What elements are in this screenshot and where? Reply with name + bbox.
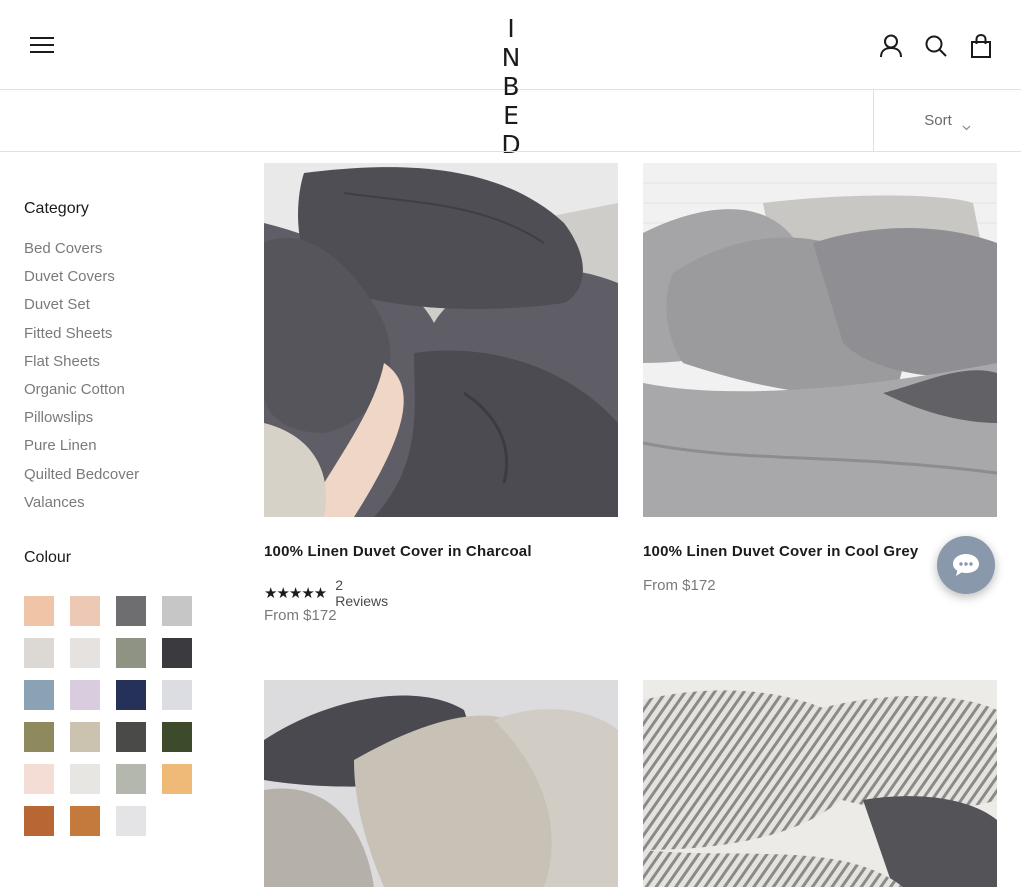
colour-swatch[interactable] [24,638,54,668]
colour-swatch[interactable] [162,764,192,794]
colour-swatch[interactable] [70,806,100,836]
account-icon[interactable] [878,33,904,59]
colour-swatch[interactable] [70,722,100,752]
category-filter-title: Category [24,200,89,217]
sort-button[interactable]: Sort [873,90,1021,151]
category-item-bed-covers[interactable]: Bed Covers [24,240,139,268]
product-title[interactable]: 100% Linen Duvet Cover in Cool Grey [643,543,918,560]
product-image-charcoal[interactable] [264,163,618,517]
colour-swatch[interactable] [116,806,146,836]
colour-swatch[interactable] [162,680,192,710]
colour-swatch[interactable] [24,680,54,710]
sort-label: Sort [924,112,952,129]
rating-stars-icon: ★★★★★ [264,584,327,602]
category-item-duvet-set[interactable]: Duvet Set [24,296,139,324]
product-price: From $172 [643,577,716,594]
colour-swatch[interactable] [70,680,100,710]
chevron-down-icon [962,118,971,130]
colour-swatch[interactable] [70,596,100,626]
colour-swatch[interactable] [116,638,146,668]
colour-swatch[interactable] [116,764,146,794]
colour-swatch[interactable] [24,806,54,836]
logo-line-1: I N [501,14,538,72]
toolbar: Sort [0,90,1021,152]
hamburger-menu-icon[interactable] [30,37,54,55]
product-title[interactable]: 100% Linen Duvet Cover in Charcoal [264,543,532,560]
product-image-4[interactable] [643,680,997,887]
category-item-duvet-covers[interactable]: Duvet Covers [24,268,139,296]
product-image-cool-grey[interactable] [643,163,997,517]
colour-swatch[interactable] [24,764,54,794]
category-item-organic-cotton[interactable]: Organic Cotton [24,381,139,409]
colour-filter-title: Colour [24,549,72,566]
product-rating[interactable]: ★★★★★ 2 Reviews [264,577,388,609]
category-list: Bed Covers Duvet Covers Duvet Set Fitted… [24,240,139,522]
search-icon[interactable] [923,33,949,59]
category-item-fitted-sheets[interactable]: Fitted Sheets [24,325,139,353]
chat-bubble-icon [953,554,979,576]
review-count: 2 Reviews [335,577,389,609]
colour-swatch[interactable] [116,722,146,752]
product-image-3[interactable] [264,680,618,887]
colour-swatch[interactable] [116,680,146,710]
colour-swatch[interactable] [162,638,192,668]
site-header: I N B E D [0,0,1021,159]
colour-swatch[interactable] [70,764,100,794]
category-item-valances[interactable]: Valances [24,494,139,522]
chat-button[interactable] [937,536,995,594]
product-price: From $172 [264,607,337,624]
colour-swatch[interactable] [24,596,54,626]
colour-swatch[interactable] [24,722,54,752]
category-item-pillowslips[interactable]: Pillowslips [24,409,139,437]
category-item-pure-linen[interactable]: Pure Linen [24,437,139,465]
category-item-quilted-bedcover[interactable]: Quilted Bedcover [24,466,139,494]
colour-swatch[interactable] [162,722,192,752]
colour-swatch[interactable] [70,638,100,668]
colour-swatch[interactable] [162,596,192,626]
category-item-flat-sheets[interactable]: Flat Sheets [24,353,139,381]
colour-swatch[interactable] [116,596,146,626]
shopping-bag-icon[interactable] [968,33,994,59]
